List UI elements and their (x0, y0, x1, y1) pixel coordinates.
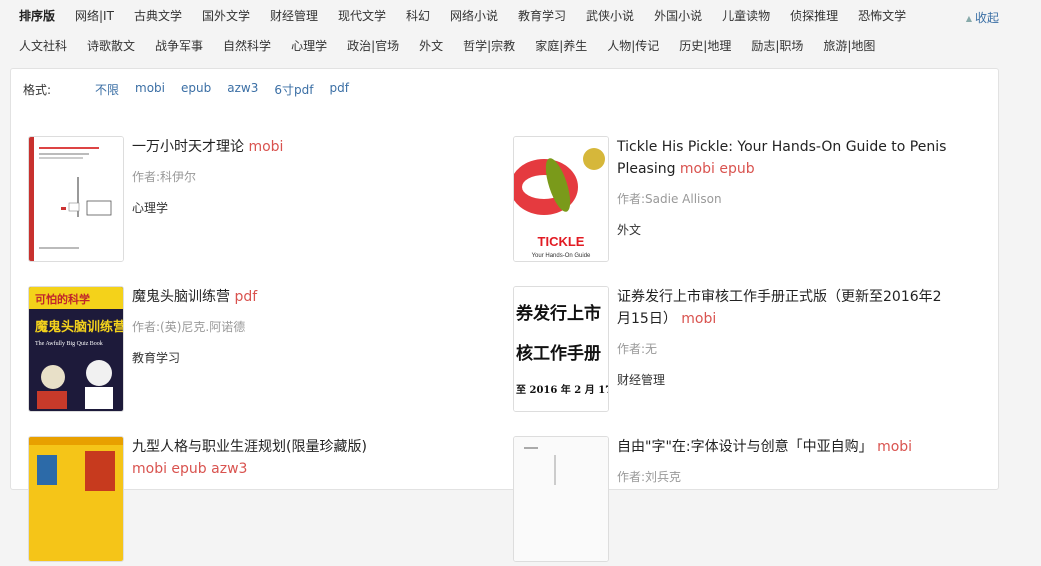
category-item[interactable]: 人文社科 (19, 38, 67, 54)
book-meta: 自由"字"在:字体设计与创意「中亚自购」 mobi 作者:刘兵克 (617, 436, 947, 485)
format-option-6inch-pdf[interactable]: 6寸pdf (274, 81, 313, 98)
category-item[interactable]: 外国小说 (654, 8, 702, 24)
svg-text:核工作手册: 核工作手册 (516, 343, 601, 364)
book-author: 作者:科伊尔 (132, 170, 197, 184)
category-item[interactable]: 国外文学 (202, 8, 250, 24)
format-option-mobi[interactable]: mobi (135, 81, 165, 98)
collapse-label: 收起 (974, 11, 999, 25)
book-format-tags: mobi epub (679, 161, 755, 177)
book-meta: 魔鬼头脑训练营 pdf 作者:(英)尼克.阿诺德 教育学习 (132, 286, 462, 366)
category-item[interactable]: 励志|职场 (751, 38, 803, 54)
format-filter: 格式: 不限 mobi epub azw3 6寸pdf pdf (23, 81, 365, 98)
category-item[interactable]: 侦探推理 (790, 8, 838, 24)
category-item[interactable]: 现代文学 (338, 8, 386, 24)
svg-text:至 2016 年 2 月 17: 至 2016 年 2 月 17 (516, 383, 608, 396)
book-meta: 一万小时天才理论 mobi 作者:科伊尔 心理学 (132, 136, 462, 216)
svg-text:券发行上市: 券发行上市 (515, 303, 601, 324)
book-item: 九型人格与职业生涯规划(限量珍藏版) mobi epub azw3 (28, 436, 468, 566)
format-option-pdf[interactable]: pdf (329, 81, 348, 98)
category-item[interactable]: 财经管理 (270, 8, 318, 24)
category-item[interactable]: 人物|传记 (607, 38, 659, 54)
caret-up-icon: ▲ (965, 14, 972, 23)
collapse-button[interactable]: ▲ 收起 (966, 9, 999, 26)
book-format-tags: mobi (681, 311, 717, 327)
book-category: 心理学 (132, 201, 169, 215)
category-item[interactable]: 自然科学 (223, 38, 271, 54)
category-item[interactable]: 外文 (419, 38, 443, 54)
format-option-all[interactable]: 不限 (95, 81, 119, 98)
format-option-epub[interactable]: epub (181, 81, 211, 98)
category-item[interactable]: 教育学习 (518, 8, 566, 24)
book-title[interactable]: Tickle His Pickle: Your Hands-On Guide t… (617, 136, 947, 180)
book-title[interactable]: 自由"字"在:字体设计与创意「中亚自购」 mobi (617, 436, 947, 458)
book-author: 作者:Sadie Allison (617, 192, 722, 206)
category-item[interactable]: 战争军事 (155, 38, 203, 54)
category-item[interactable]: 哲学|宗教 (463, 38, 515, 54)
book-cover[interactable]: TICKLE Your Hands-On Guide (513, 136, 609, 262)
book-title[interactable]: 九型人格与职业生涯规划(限量珍藏版) mobi epub azw3 (132, 436, 462, 480)
book-item: 可怕的科学 魔鬼头脑训练营 The Awfully Big Quiz Book … (28, 286, 468, 416)
svg-text:可怕的科学: 可怕的科学 (35, 292, 90, 306)
book-cover[interactable] (28, 436, 124, 562)
category-item[interactable]: 历史|地理 (679, 38, 731, 54)
book-title[interactable]: 一万小时天才理论 mobi (132, 136, 462, 158)
book-title-text: 一万小时天才理论 (132, 139, 244, 155)
book-title-text: 证券发行上市审核工作手册正式版（更新至2016年2月15日） (617, 289, 942, 327)
book-cover[interactable]: 可怕的科学 魔鬼头脑训练营 The Awfully Big Quiz Book (28, 286, 124, 412)
svg-text:魔鬼头脑训练营: 魔鬼头脑训练营 (35, 319, 123, 335)
category-row-2: 人文社科 诗歌散文 战争军事 自然科学 心理学 政治|官场 外文 哲学|宗教 家… (19, 38, 895, 54)
book-item: 一万小时天才理论 mobi 作者:科伊尔 心理学 (28, 136, 468, 266)
book-title[interactable]: 魔鬼头脑训练营 pdf (132, 286, 462, 308)
book-item: 券发行上市 核工作手册 至 2016 年 2 月 17 证券发行上市审核工作手册… (513, 286, 953, 416)
book-title-text: 九型人格与职业生涯规划(限量珍藏版) (132, 439, 367, 455)
svg-text:TICKLE: TICKLE (538, 234, 585, 249)
book-item: 自由"字"在:字体设计与创意「中亚自购」 mobi 作者:刘兵克 (513, 436, 953, 566)
book-author: 作者:无 (617, 342, 658, 356)
book-cover[interactable] (28, 136, 124, 262)
svg-text:Your Hands-On Guide: Your Hands-On Guide (532, 253, 591, 259)
category-sort[interactable]: 排序版 (19, 8, 55, 24)
book-meta: 九型人格与职业生涯规划(限量珍藏版) mobi epub azw3 (132, 436, 462, 480)
category-item[interactable]: 心理学 (291, 38, 327, 54)
book-item: TICKLE Your Hands-On Guide Tickle His Pi… (513, 136, 953, 266)
category-nav: 排序版 网络|IT 古典文学 国外文学 财经管理 现代文学 科幻 网络小说 教育… (0, 0, 1041, 64)
category-item[interactable]: 家庭|养生 (535, 38, 587, 54)
book-cover[interactable] (513, 436, 609, 562)
book-title-text: Tickle His Pickle: Your Hands-On Guide t… (617, 139, 947, 177)
book-title-text: 魔鬼头脑训练营 (132, 289, 230, 305)
book-format-tags: mobi (248, 139, 284, 155)
category-item[interactable]: 旅游|地图 (823, 38, 875, 54)
format-label: 格式: (23, 83, 52, 97)
category-item[interactable]: 恐怖文学 (858, 8, 906, 24)
category-item[interactable]: 网络小说 (450, 8, 498, 24)
category-item[interactable]: 武侠小说 (586, 8, 634, 24)
category-row-1: 排序版 网络|IT 古典文学 国外文学 财经管理 现代文学 科幻 网络小说 教育… (19, 8, 926, 24)
format-option-azw3[interactable]: azw3 (227, 81, 258, 98)
book-title[interactable]: 证券发行上市审核工作手册正式版（更新至2016年2月15日） mobi (617, 286, 947, 330)
category-item[interactable]: 网络|IT (75, 8, 114, 24)
category-item[interactable]: 诗歌散文 (87, 38, 135, 54)
book-author: 作者:刘兵克 (617, 470, 682, 484)
book-author: 作者:(英)尼克.阿诺德 (132, 320, 246, 334)
book-list-panel: 格式: 不限 mobi epub azw3 6寸pdf pdf 一万小时天才理论 (10, 68, 999, 562)
book-meta: Tickle His Pickle: Your Hands-On Guide t… (617, 136, 947, 238)
book-meta: 证券发行上市审核工作手册正式版（更新至2016年2月15日） mobi 作者:无… (617, 286, 947, 388)
book-title-text: 自由"字"在:字体设计与创意「中亚自购」 (617, 439, 873, 455)
book-category: 教育学习 (132, 351, 181, 365)
svg-text:The Awfully Big Quiz Book: The Awfully Big Quiz Book (35, 340, 103, 347)
book-format-tags: pdf (234, 289, 258, 305)
category-item[interactable]: 儿童读物 (722, 8, 770, 24)
category-item[interactable]: 古典文学 (134, 8, 182, 24)
category-item[interactable]: 政治|官场 (347, 38, 399, 54)
book-cover[interactable]: 券发行上市 核工作手册 至 2016 年 2 月 17 (513, 286, 609, 412)
book-format-tags: mobi epub azw3 (132, 461, 248, 477)
book-format-tags: mobi (877, 439, 913, 455)
category-item[interactable]: 科幻 (406, 8, 430, 24)
book-category: 外文 (617, 223, 642, 237)
book-category: 财经管理 (617, 373, 666, 387)
